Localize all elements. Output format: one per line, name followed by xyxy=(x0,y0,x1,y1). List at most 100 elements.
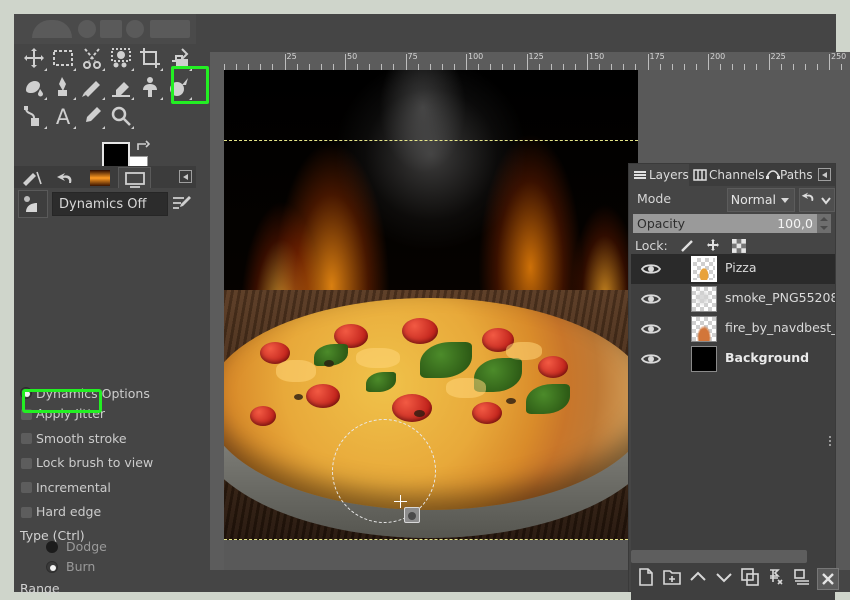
ruler-major-tick xyxy=(405,54,407,70)
paths-tool[interactable] xyxy=(20,102,49,131)
opacity-label: Opacity xyxy=(637,216,686,231)
brush-preview-strip[interactable] xyxy=(14,14,196,44)
eraser-tool[interactable] xyxy=(107,73,136,102)
ruler-major-tick xyxy=(768,54,770,70)
tab-channels[interactable]: Channels xyxy=(689,164,765,186)
layer-thumbnail[interactable] xyxy=(691,256,717,282)
ruler-major-tick xyxy=(526,54,528,70)
tab-paths[interactable]: Paths xyxy=(764,164,824,186)
dock-tab-row xyxy=(14,166,196,188)
lower-layer-button[interactable] xyxy=(715,568,739,590)
visibility-eye-icon[interactable] xyxy=(640,262,662,276)
layer-thumbnail[interactable] xyxy=(691,316,717,342)
table-row[interactable]: fire_by_navdbest_d5iq1 xyxy=(631,314,835,344)
ruler-major-tick xyxy=(829,54,830,70)
list-grip-handle[interactable] xyxy=(829,434,833,450)
new-layer-button[interactable] xyxy=(637,568,661,590)
table-row[interactable]: Background xyxy=(631,344,835,374)
composited-image[interactable] xyxy=(224,70,638,540)
ruler-major-tick xyxy=(345,54,346,70)
layers-scrollbar[interactable] xyxy=(631,550,807,563)
raise-layer-button[interactable] xyxy=(689,568,713,590)
layer-name[interactable]: fire_by_navdbest_d5iq1 xyxy=(725,320,835,335)
highlight-burn-radio xyxy=(22,389,102,413)
highlight-dodge-burn-tool xyxy=(171,66,209,104)
scissors-select-tool[interactable] xyxy=(78,44,107,73)
vertical-ruler[interactable] xyxy=(210,70,224,570)
layer-name[interactable]: Pizza xyxy=(725,260,757,275)
ruler-tick-label: 25 xyxy=(286,52,297,61)
layer-thumbnail[interactable] xyxy=(691,346,717,372)
incremental-checkbox[interactable] xyxy=(21,482,32,493)
bucket-fill-tool[interactable] xyxy=(20,73,49,102)
rectangle-select-tool[interactable] xyxy=(49,44,78,73)
visibility-eye-icon[interactable] xyxy=(640,352,662,366)
layers-dock-menu-button[interactable] xyxy=(818,168,831,181)
opacity-value[interactable]: 100,0 xyxy=(777,216,813,231)
table-row[interactable]: smoke_PNG55208.png xyxy=(631,284,835,314)
ruler-tick-label: 150 xyxy=(589,52,605,61)
paintbrush-tool[interactable] xyxy=(78,73,107,102)
table-row[interactable]: Pizza xyxy=(631,254,835,284)
mode-dropdown[interactable]: Normal xyxy=(727,188,795,212)
dynamics-preset-row: Dynamics Off xyxy=(18,190,192,218)
anchor-layer-button[interactable] xyxy=(767,568,791,590)
dynamics-value-field[interactable]: Dynamics Off xyxy=(52,192,168,216)
ruler-major-tick xyxy=(466,54,467,70)
ruler-major-tick xyxy=(647,54,649,70)
selection-marquee-bottom xyxy=(224,539,638,540)
layers-tab-row: Layers Channels Paths xyxy=(629,164,835,186)
visibility-eye-icon[interactable] xyxy=(640,292,662,306)
tab-channels-label: Channels xyxy=(709,168,765,182)
zoom-tool[interactable] xyxy=(107,102,136,131)
mode-switch-button[interactable] xyxy=(799,188,835,212)
tab-layers-label: Layers xyxy=(649,168,689,182)
gimp-window: 25 50 75 100 125 150 175 200 225 250 A D… xyxy=(0,0,850,600)
ink-tool[interactable] xyxy=(49,73,78,102)
ruler-tick-label: 75 xyxy=(407,52,418,61)
merge-down-button[interactable] xyxy=(793,568,817,590)
tab-paths-label: Paths xyxy=(780,168,813,182)
type-dodge-radio[interactable] xyxy=(46,541,58,553)
opacity-spinner-arrows[interactable] xyxy=(819,216,829,234)
fuzzy-select-tool[interactable] xyxy=(107,44,136,73)
duplicate-layer-button[interactable] xyxy=(741,568,765,590)
ruler-tick-label: 250 xyxy=(831,52,847,61)
type-burn-radio[interactable] xyxy=(46,561,58,573)
tab-layers[interactable]: Layers xyxy=(629,164,689,186)
tab-tool-options[interactable] xyxy=(16,167,49,188)
lock-brush-to-view-checkbox[interactable] xyxy=(21,458,32,469)
mode-label: Mode xyxy=(637,191,672,206)
tool-options-dock: Dynamics Off Dynamics Options Apply Jitt… xyxy=(14,166,196,596)
layers-dock: Layers Channels Paths Mode Normal Opacit… xyxy=(628,163,839,600)
horizontal-ruler[interactable]: 25 50 75 100 125 150 175 200 225 250 xyxy=(210,52,850,70)
new-layer-group-button[interactable] xyxy=(663,568,687,590)
opacity-slider[interactable]: Opacity 100,0 xyxy=(633,214,831,233)
crop-tool[interactable] xyxy=(136,44,165,73)
dock-menu-button[interactable] xyxy=(179,170,192,183)
clone-tool[interactable] xyxy=(136,73,165,102)
toolbox: A xyxy=(14,14,196,184)
tab-images[interactable] xyxy=(84,167,117,188)
layer-name[interactable]: smoke_PNG55208.png xyxy=(725,290,835,305)
tab-display-filters[interactable] xyxy=(118,167,151,188)
ruler-major-tick xyxy=(587,54,588,70)
text-tool[interactable]: A xyxy=(49,102,78,131)
move-tool[interactable] xyxy=(20,44,49,73)
pizza-layer-visual xyxy=(224,290,638,540)
visibility-eye-icon[interactable] xyxy=(640,322,662,336)
layer-thumbnail[interactable] xyxy=(691,286,717,312)
delete-layer-button[interactable] xyxy=(817,568,839,590)
dynamics-preview-button[interactable] xyxy=(18,190,48,218)
type-dodge-label: Dodge xyxy=(66,539,107,554)
tab-undo-history[interactable] xyxy=(50,167,83,188)
swap-colors-icon[interactable] xyxy=(136,140,151,152)
layers-list[interactable]: Pizza smoke_PNG55208.png fire_by_navdb xyxy=(631,254,835,600)
edit-dynamics-icon[interactable] xyxy=(172,194,192,214)
color-picker-tool[interactable] xyxy=(78,102,107,131)
layer-name[interactable]: Background xyxy=(725,350,809,365)
selection-marquee-top xyxy=(224,140,638,141)
smooth-stroke-checkbox[interactable] xyxy=(21,433,32,444)
hard-edge-checkbox[interactable] xyxy=(21,507,32,518)
layers-buttons xyxy=(631,566,839,592)
